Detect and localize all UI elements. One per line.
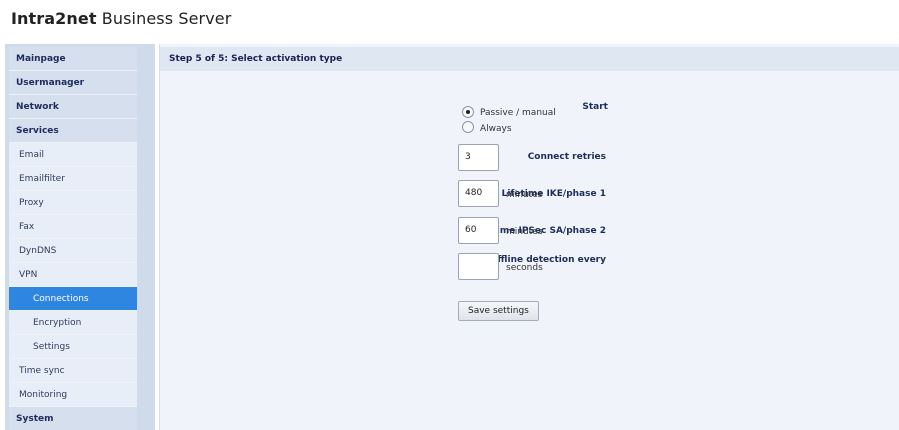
sidebar-item-emailfilter[interactable]: Emailfilter: [9, 167, 137, 191]
sidebar-item-email[interactable]: Email: [9, 143, 137, 167]
sidebar-item-services[interactable]: Services: [9, 119, 137, 143]
app-title: Intra2net Business Server: [11, 9, 231, 28]
connect-retries-label: Connect retries: [527, 152, 606, 162]
sidebar-item-network[interactable]: Network: [9, 95, 137, 119]
brand-name: Intra2net: [11, 9, 97, 28]
sidebar-item-connections[interactable]: Connections: [9, 287, 137, 311]
start-passive-label[interactable]: Passive / manual: [480, 108, 556, 118]
sidebar-item-usermanager[interactable]: Usermanager: [9, 71, 137, 95]
sidebar-item-proxy[interactable]: Proxy: [9, 191, 137, 215]
sidebar-item-time-sync[interactable]: Time sync: [9, 359, 137, 383]
lifetime-ipsec-unit: minutes: [506, 227, 543, 237]
start-label: Start: [582, 102, 608, 112]
sidebar-item-system[interactable]: System: [9, 407, 137, 430]
start-passive-radio[interactable]: [462, 106, 474, 118]
connect-retries-input[interactable]: 3: [458, 144, 499, 171]
sidebar: Mainpage Usermanager Network Services Em…: [5, 44, 155, 430]
start-always-label[interactable]: Always: [480, 124, 512, 134]
offline-detection-input[interactable]: [458, 253, 499, 280]
save-settings-button[interactable]: Save settings: [458, 301, 539, 321]
sidebar-item-dyndns[interactable]: DynDNS: [9, 239, 137, 263]
page-title: Step 5 of 5: Select activation type: [160, 47, 899, 71]
sidebar-menu: Mainpage Usermanager Network Services Em…: [9, 44, 137, 430]
main-panel: Step 5 of 5: Select activation type Star…: [159, 44, 899, 430]
offline-detection-unit: seconds: [506, 263, 543, 273]
start-always-radio[interactable]: [462, 121, 474, 133]
sidebar-item-monitoring[interactable]: Monitoring: [9, 383, 137, 407]
lifetime-ike-unit: minutes: [506, 190, 543, 200]
sidebar-item-mainpage[interactable]: Mainpage: [9, 47, 137, 71]
lifetime-ipsec-input[interactable]: 60: [458, 217, 499, 244]
lifetime-ike-input[interactable]: 480: [458, 180, 499, 207]
sidebar-item-fax[interactable]: Fax: [9, 215, 137, 239]
sidebar-item-vpn[interactable]: VPN: [9, 263, 137, 287]
sidebar-item-settings[interactable]: Settings: [9, 335, 137, 359]
brand-product: Business Server: [96, 9, 232, 28]
sidebar-item-encryption[interactable]: Encryption: [9, 311, 137, 335]
